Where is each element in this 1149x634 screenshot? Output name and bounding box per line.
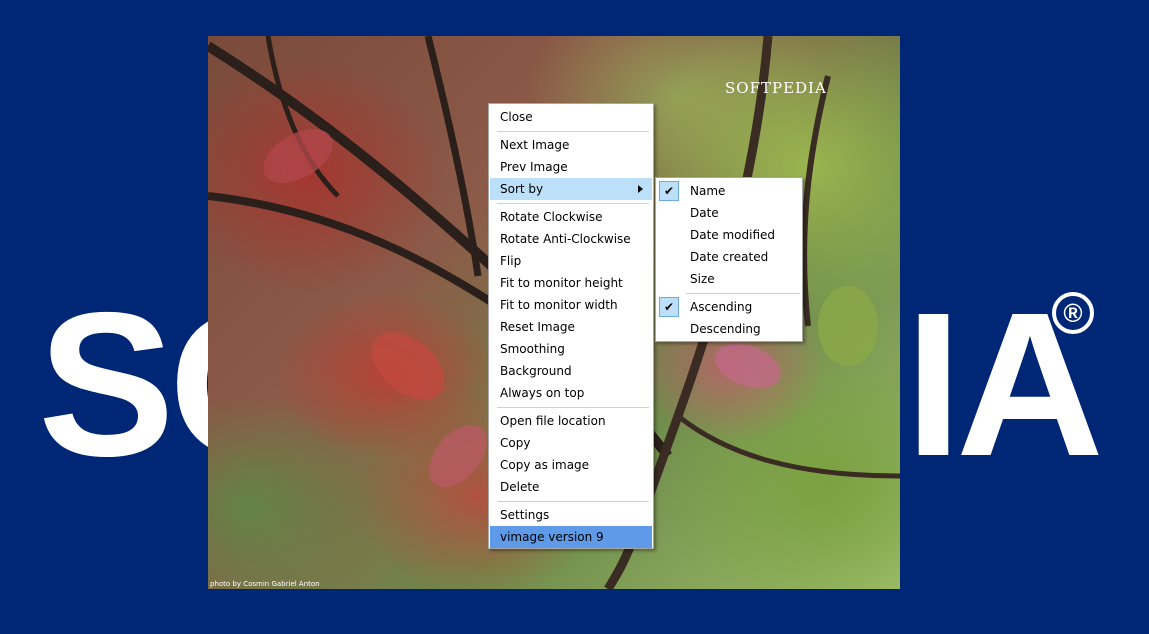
submenu-separator	[686, 293, 800, 294]
softpedia-watermark: SOFTPEDIA	[725, 79, 827, 97]
sort-option-label: Size	[690, 272, 715, 286]
menu-item-label: Flip	[500, 254, 522, 268]
menu-item-label: Close	[500, 110, 533, 124]
sort-option-label: Date modified	[690, 228, 776, 242]
menu-item-label: Fit to monitor width	[500, 298, 618, 312]
menu-separator	[497, 501, 649, 502]
sort-option-label: Date created	[690, 250, 769, 264]
menu-item-label: Open file location	[500, 414, 606, 428]
sort-option-label: Name	[690, 184, 726, 198]
menu-item-label: Delete	[500, 480, 540, 494]
menu-item-smoothing[interactable]: Smoothing	[490, 338, 652, 360]
menu-item-delete[interactable]: Delete	[490, 476, 652, 498]
menu-item-label: Copy	[500, 436, 531, 450]
sort-option-descending[interactable]: Descending	[657, 318, 801, 340]
sort-option-label: Ascending	[690, 300, 753, 314]
menu-item-label: Copy as image	[500, 458, 590, 472]
sort-option-date-modified[interactable]: Date modified	[657, 224, 801, 246]
menu-item-label: Sort by	[500, 182, 544, 196]
sort-option-name[interactable]: ✔ Name	[657, 180, 801, 202]
menu-item-label: Reset Image	[500, 320, 575, 334]
menu-item-copy-as-image[interactable]: Copy as image	[490, 454, 652, 476]
menu-item-next-image[interactable]: Next Image	[490, 134, 652, 156]
sort-option-label: Date	[690, 206, 719, 220]
menu-item-label: Fit to monitor height	[500, 276, 623, 290]
sort-option-date[interactable]: Date	[657, 202, 801, 224]
menu-item-rotate-clockwise[interactable]: Rotate Clockwise	[490, 206, 652, 228]
menu-item-sort-by[interactable]: Sort by	[490, 178, 652, 200]
submenu-arrow-icon	[638, 185, 643, 193]
menu-separator	[497, 407, 649, 408]
sort-option-ascending[interactable]: ✔ Ascending	[657, 296, 801, 318]
menu-separator	[497, 203, 649, 204]
menu-item-rotate-anti-clockwise[interactable]: Rotate Anti-Clockwise	[490, 228, 652, 250]
menu-item-version[interactable]: vimage version 9	[490, 526, 652, 548]
sort-option-label: Descending	[690, 322, 761, 336]
menu-item-flip[interactable]: Flip	[490, 250, 652, 272]
menu-item-label: vimage version 9	[500, 530, 604, 544]
menu-item-label: Always on top	[500, 386, 585, 400]
menu-item-settings[interactable]: Settings	[490, 504, 652, 526]
menu-item-background[interactable]: Background	[490, 360, 652, 382]
menu-item-reset-image[interactable]: Reset Image	[490, 316, 652, 338]
menu-item-label: Settings	[500, 508, 550, 522]
menu-item-label: Rotate Anti-Clockwise	[500, 232, 631, 246]
checkmark-icon: ✔	[659, 297, 679, 317]
menu-item-label: Prev Image	[500, 160, 568, 174]
desktop-background: { "background": { "logo_left": "SO", "lo…	[0, 0, 1149, 634]
menu-item-open-file-location[interactable]: Open file location	[490, 410, 652, 432]
menu-item-label: Rotate Clockwise	[500, 210, 603, 224]
menu-item-label: Smoothing	[500, 342, 565, 356]
menu-item-close[interactable]: Close	[490, 106, 652, 128]
registered-trademark-icon: ®	[1052, 292, 1094, 334]
menu-item-fit-monitor-width[interactable]: Fit to monitor width	[490, 294, 652, 316]
sort-option-date-created[interactable]: Date created	[657, 246, 801, 268]
menu-item-prev-image[interactable]: Prev Image	[490, 156, 652, 178]
menu-item-label: Next Image	[500, 138, 570, 152]
sort-by-submenu: ✔ Name Date Date modified Date created Si…	[655, 177, 803, 342]
menu-item-label: Background	[500, 364, 572, 378]
menu-item-fit-monitor-height[interactable]: Fit to monitor height	[490, 272, 652, 294]
context-menu: Close Next Image Prev Image Sort by Rota…	[488, 103, 654, 549]
photo-credit: photo by Cosmin Gabriel Anton	[210, 580, 320, 588]
checkmark-icon: ✔	[659, 181, 679, 201]
menu-separator	[497, 131, 649, 132]
menu-item-always-on-top[interactable]: Always on top	[490, 382, 652, 404]
sort-option-size[interactable]: Size	[657, 268, 801, 290]
menu-item-copy[interactable]: Copy	[490, 432, 652, 454]
